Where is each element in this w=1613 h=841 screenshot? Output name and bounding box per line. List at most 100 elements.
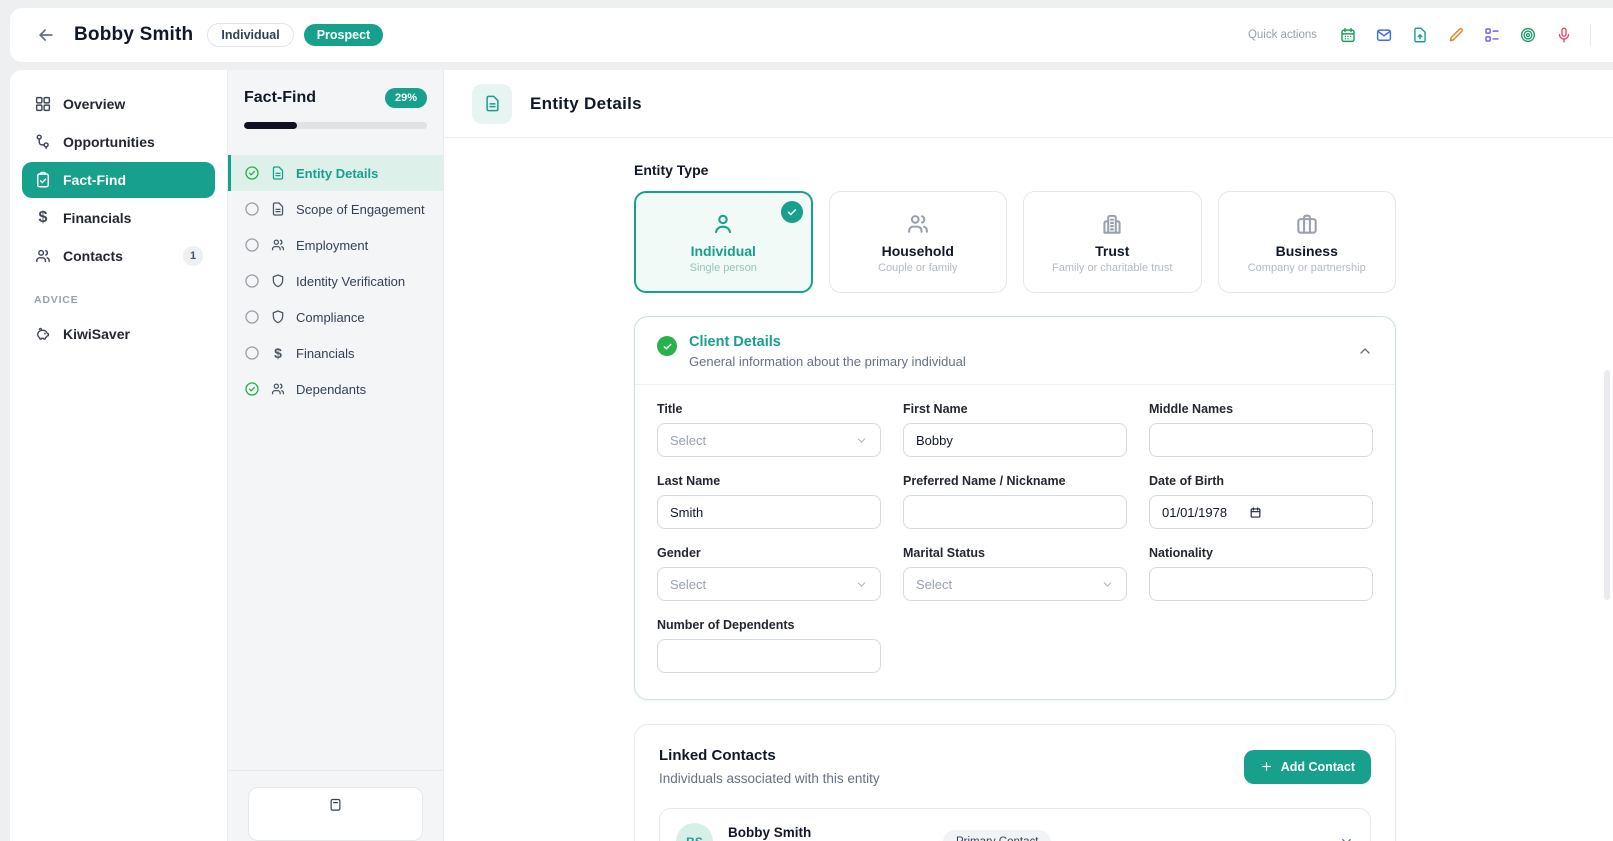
primary-contact-badge: Primary Contact [943, 830, 1051, 841]
first-name-input[interactable] [903, 423, 1127, 457]
field-label: Date of Birth [1149, 474, 1373, 488]
sidebar: Overview Opportunities Fact-Find $ Finan… [10, 70, 227, 841]
people-icon [905, 210, 931, 238]
factfind-item-entity-details[interactable]: Entity Details [228, 155, 443, 191]
entity-card-title: Household [882, 243, 954, 259]
marital-status-select[interactable]: Select [903, 567, 1127, 601]
progress-badge: 29% [385, 88, 427, 108]
field-last-name: Last Name [657, 474, 881, 529]
calendar-icon[interactable] [1338, 26, 1357, 45]
sidebar-item-kiwisaver[interactable]: KiwiSaver [22, 316, 215, 352]
arrow-left-icon [36, 25, 56, 45]
linked-contacts-card: Linked Contacts Individuals associated w… [634, 724, 1396, 841]
field-middle-names: Middle Names [1149, 402, 1373, 457]
section-title: Entity Details [530, 94, 642, 114]
sidebar-item-fact-find[interactable]: Fact-Find [22, 162, 215, 198]
checklist-icon[interactable] [1482, 26, 1501, 45]
sidebar-item-label: Contacts [63, 248, 123, 264]
nationality-input[interactable] [1149, 567, 1373, 601]
factfind-item-identity-verification[interactable]: Identity Verification [228, 263, 443, 299]
shield-icon [270, 309, 286, 325]
factfind-item-label: Scope of Engagement [296, 202, 425, 217]
section-icon-box [472, 84, 512, 124]
gender-select[interactable]: Select [657, 567, 881, 601]
last-name-input[interactable] [657, 495, 881, 529]
export-icon [328, 797, 343, 812]
factfind-item-label: Entity Details [296, 166, 378, 181]
sidebar-item-label: Financials [63, 210, 131, 226]
fact-find-nav-header: Fact-Find 29% [228, 70, 443, 129]
preferred-name-input[interactable] [903, 495, 1127, 529]
linked-contacts-title: Linked Contacts [659, 747, 880, 764]
main-content: Entity Details Entity Type Individual Si… [444, 70, 1613, 841]
add-contact-button[interactable]: Add Contact [1244, 750, 1371, 784]
briefcase-icon [1294, 210, 1320, 238]
empty-circle-icon [244, 201, 260, 217]
entity-card-title: Business [1276, 243, 1338, 259]
sidebar-item-overview[interactable]: Overview [22, 86, 215, 122]
field-date-of-birth: Date of Birth 01/01/1978 [1149, 474, 1373, 529]
target-icon[interactable] [1518, 26, 1537, 45]
status-badge: Prospect [304, 24, 384, 47]
entity-type-card-individual[interactable]: Individual Single person [634, 191, 813, 293]
fact-find-nav: Fact-Find 29% Entity Details [227, 70, 444, 841]
factfind-item-compliance[interactable]: Compliance [228, 299, 443, 335]
factfind-footer-button[interactable] [248, 787, 423, 841]
file-upload-icon[interactable] [1410, 26, 1429, 45]
fact-find-nav-title: Fact-Find [244, 89, 316, 107]
factfind-item-employment[interactable]: Employment [228, 227, 443, 263]
factfind-item-dependants[interactable]: Dependants [228, 371, 443, 407]
page-title: Bobby Smith [74, 24, 193, 46]
middle-names-input[interactable] [1149, 423, 1373, 457]
sidebar-item-contacts[interactable]: Contacts 1 [22, 238, 215, 274]
factfind-item-scope-of-engagement[interactable]: Scope of Engagement [228, 191, 443, 227]
quick-actions: Quick actions [1248, 24, 1591, 46]
sidebar-item-opportunities[interactable]: Opportunities [22, 124, 215, 160]
field-label: Nationality [1149, 546, 1373, 560]
factfind-item-label: Financials [296, 346, 355, 361]
title-select[interactable]: Select [657, 423, 881, 457]
pencil-icon[interactable] [1446, 26, 1465, 45]
entity-card-title: Individual [691, 243, 756, 259]
chevron-up-icon[interactable] [1357, 343, 1373, 359]
chevron-down-icon[interactable] [1339, 834, 1354, 841]
field-preferred-name: Preferred Name / Nickname [903, 474, 1127, 529]
client-details-subtitle: General information about the primary in… [689, 354, 966, 369]
section-header: Entity Details [444, 70, 1613, 138]
person-icon [710, 210, 736, 238]
workflow-icon [34, 133, 52, 151]
mail-icon[interactable] [1374, 26, 1393, 45]
entity-type-card-business[interactable]: Business Company or partnership [1218, 191, 1397, 293]
entity-type-card-trust[interactable]: Trust Family or charitable trust [1023, 191, 1202, 293]
field-nationality: Nationality [1149, 546, 1373, 601]
fact-find-section-list: Entity Details Scope of Engagement Emp [228, 155, 443, 407]
factfind-item-financials[interactable]: $ Financials [228, 335, 443, 371]
entity-card-subtitle: Couple or family [878, 262, 957, 274]
users-icon [34, 247, 52, 265]
document-icon [483, 94, 502, 113]
field-label: Last Name [657, 474, 881, 488]
field-label: Title [657, 402, 881, 416]
number-of-dependents-input[interactable] [657, 639, 881, 673]
sidebar-item-label: KiwiSaver [63, 326, 130, 342]
form-column: Entity Type Individual Single person [634, 162, 1396, 841]
contact-row[interactable]: BS Bobby Smith bob@bob.com Primary Conta… [659, 808, 1371, 841]
field-label: Preferred Name / Nickname [903, 474, 1127, 488]
fact-find-nav-footer [228, 770, 443, 841]
back-button[interactable] [32, 21, 60, 49]
scrollbar[interactable] [1604, 370, 1610, 600]
client-details-title: Client Details [689, 334, 966, 350]
sidebar-item-financials[interactable]: $ Financials [22, 200, 215, 236]
grid-icon [34, 95, 52, 113]
empty-circle-icon [244, 273, 260, 289]
client-details-header[interactable]: Client Details General information about… [635, 317, 1395, 385]
complete-check-icon [657, 336, 677, 356]
date-of-birth-input[interactable]: 01/01/1978 [1149, 495, 1373, 529]
field-gender: Gender Select [657, 546, 881, 601]
calendar-picker-icon[interactable] [1249, 506, 1262, 519]
microphone-icon[interactable] [1554, 26, 1573, 45]
document-icon [270, 201, 286, 217]
entity-card-subtitle: Company or partnership [1248, 262, 1366, 274]
entity-type-card-household[interactable]: Household Couple or family [829, 191, 1008, 293]
dollar-icon: $ [34, 209, 52, 227]
